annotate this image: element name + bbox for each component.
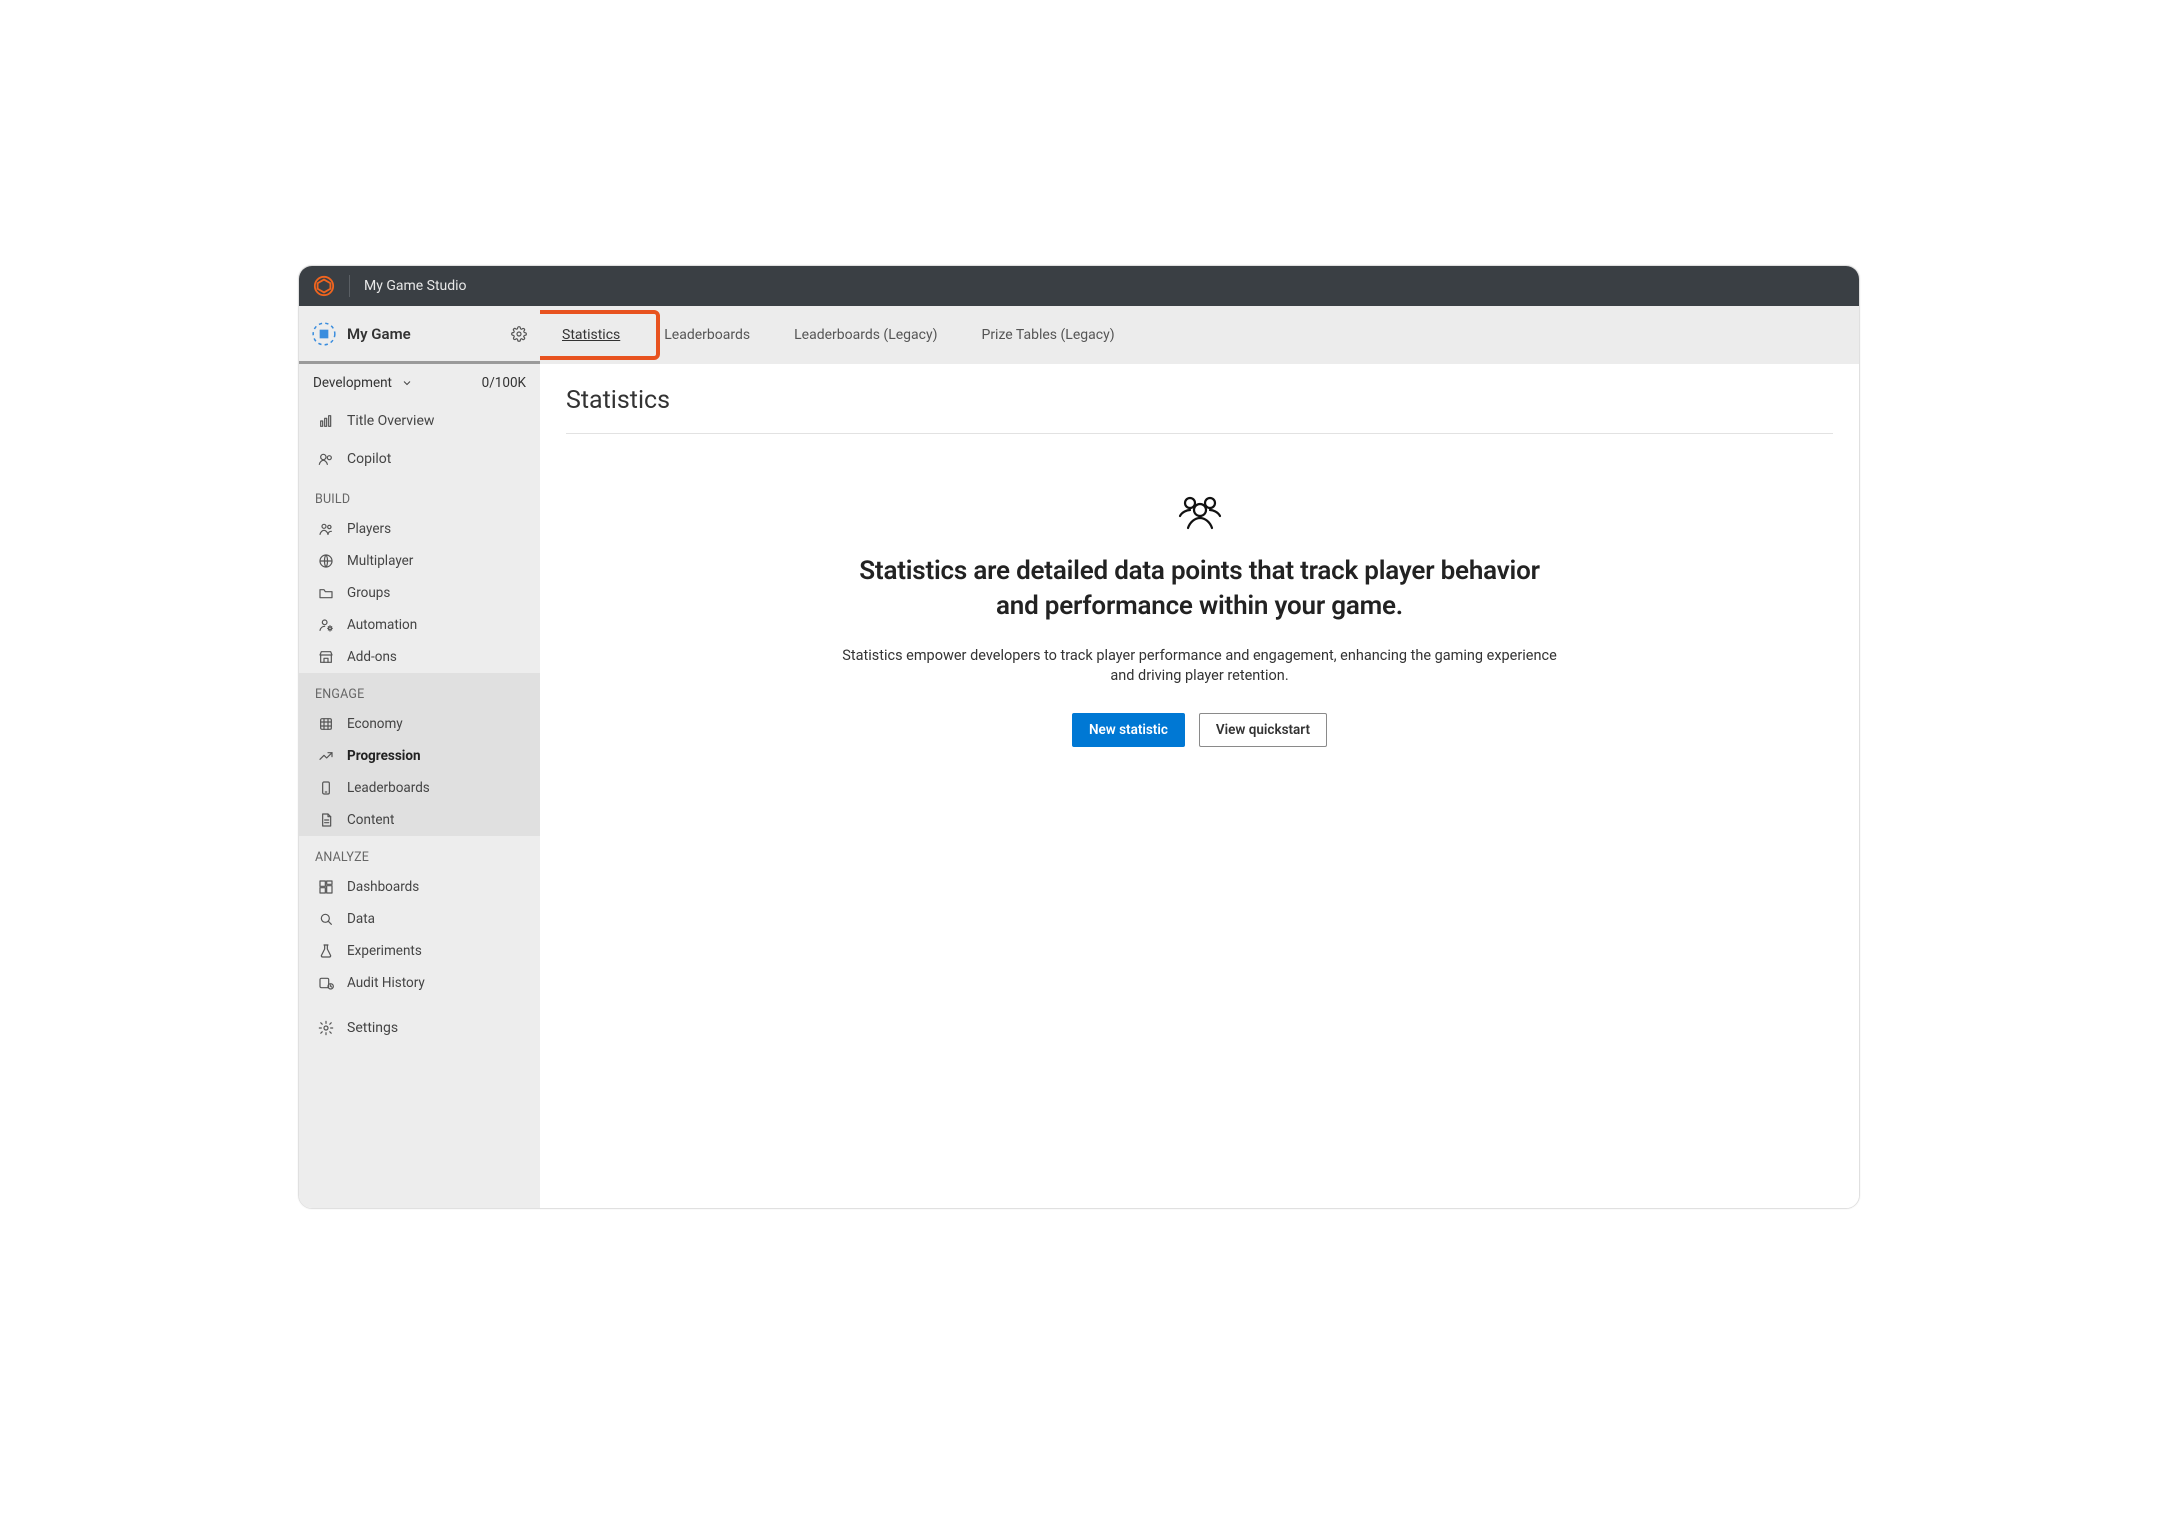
sidebar-item-label: Copilot: [347, 451, 391, 467]
sidebar-item-label: Progression: [347, 748, 421, 764]
globe-icon: [317, 552, 335, 570]
section-label: BUILD: [299, 478, 540, 513]
game-header: My Game: [299, 306, 540, 364]
empty-state: Statistics are detailed data points that…: [566, 494, 1833, 747]
environment-row: Development 0/100K: [299, 364, 540, 402]
section-label: ANALYZE: [299, 836, 540, 871]
new-statistic-button[interactable]: New statistic: [1072, 713, 1185, 747]
trend-up-icon: [317, 747, 335, 765]
app-body: My Game Development 0/100K Title Overvie…: [299, 306, 1859, 1208]
environment-selector[interactable]: Development: [313, 374, 416, 392]
topbar-divider: [349, 275, 350, 297]
chart-bar-icon: [317, 412, 335, 430]
document-icon: [317, 811, 335, 829]
sidebar-section-analyze: ANALYZE Dashboards Data Experiments Audit Hi…: [299, 836, 540, 999]
sidebar-item-label: Dashboards: [347, 879, 419, 895]
app-logo-icon[interactable]: [313, 275, 335, 297]
store-icon: [317, 648, 335, 666]
sidebar-item-progression[interactable]: Progression: [299, 740, 540, 772]
sidebar-item-groups[interactable]: Groups: [299, 577, 540, 609]
sidebar-item-add-ons[interactable]: Add-ons: [299, 641, 540, 673]
tab-prize-tables-legacy-[interactable]: Prize Tables (Legacy): [959, 306, 1136, 364]
app-window: My Game Studio My Game Development: [298, 265, 1860, 1209]
history-icon: [317, 974, 335, 992]
tab-label: Leaderboards (Legacy): [794, 327, 937, 343]
players-icon: [317, 520, 335, 538]
chevron-down-icon: [398, 374, 416, 392]
empty-subtext: Statistics empower developers to track p…: [840, 646, 1560, 687]
sidebar-item-label: Settings: [347, 1020, 398, 1036]
sidebar-sections: BUILD Players Multiplayer Groups Automation A…: [299, 478, 540, 999]
sidebar-item-dashboards[interactable]: Dashboards: [299, 871, 540, 903]
sidebar-item-leaderboards[interactable]: Leaderboards: [299, 772, 540, 804]
sidebar-item-label: Automation: [347, 617, 417, 633]
sidebar: My Game Development 0/100K Title Overvie…: [299, 306, 540, 1208]
sidebar-item-label: Groups: [347, 585, 390, 601]
sidebar-item-settings[interactable]: Settings: [299, 1009, 540, 1047]
sidebar-top-items: Title Overview Copilot: [299, 402, 540, 478]
copilot-icon: [317, 450, 335, 468]
empty-heading: Statistics are detailed data points that…: [840, 554, 1560, 624]
view-quickstart-button[interactable]: View quickstart: [1199, 713, 1327, 747]
sidebar-item-audit-history[interactable]: Audit History: [299, 967, 540, 999]
sidebar-item-economy[interactable]: Economy: [299, 708, 540, 740]
topbar: My Game Studio: [299, 266, 1859, 306]
sidebar-item-label: Add-ons: [347, 649, 397, 665]
sidebar-item-label: Data: [347, 911, 375, 927]
tab-label: Statistics: [562, 327, 620, 343]
empty-actions: New statistic View quickstart: [1072, 713, 1327, 747]
sidebar-item-label: Leaderboards: [347, 780, 430, 796]
sidebar-item-data[interactable]: Data: [299, 903, 540, 935]
sidebar-item-players[interactable]: Players: [299, 513, 540, 545]
section-label: ENGAGE: [299, 673, 540, 708]
sidebar-item-label: Experiments: [347, 943, 422, 959]
studio-name[interactable]: My Game Studio: [364, 278, 467, 294]
game-name[interactable]: My Game: [347, 325, 500, 343]
sidebar-item-label: Multiplayer: [347, 553, 413, 569]
game-icon: [311, 321, 337, 347]
device-icon: [317, 779, 335, 797]
search-icon: [317, 910, 335, 928]
tab-label: Leaderboards: [664, 327, 750, 343]
dashboard-icon: [317, 878, 335, 896]
economy-icon: [317, 715, 335, 733]
sidebar-section-engage: ENGAGE Economy Progression Leaderboards Cont…: [299, 673, 540, 836]
tabbar: Statistics Leaderboards Leaderboards (Lega…: [540, 306, 1859, 364]
sidebar-footer: Settings: [299, 1009, 540, 1047]
sidebar-item-title-overview[interactable]: Title Overview: [299, 402, 540, 440]
sidebar-item-automation[interactable]: Automation: [299, 609, 540, 641]
page-title: Statistics: [566, 386, 1833, 434]
page: Statistics Statistics are detailed data …: [540, 364, 1859, 1208]
sidebar-item-label: Players: [347, 521, 391, 537]
gear-icon[interactable]: [510, 325, 528, 343]
person-gear-icon: [317, 616, 335, 634]
usage-counter: 0/100K: [482, 375, 526, 391]
sidebar-section-build: BUILD Players Multiplayer Groups Automation A…: [299, 478, 540, 673]
sidebar-item-label: Audit History: [347, 975, 425, 991]
sidebar-item-multiplayer[interactable]: Multiplayer: [299, 545, 540, 577]
sidebar-item-copilot[interactable]: Copilot: [299, 440, 540, 478]
sidebar-item-content[interactable]: Content: [299, 804, 540, 836]
tab-statistics[interactable]: Statistics: [540, 306, 642, 364]
tab-leaderboards-legacy-[interactable]: Leaderboards (Legacy): [772, 306, 959, 364]
sidebar-item-experiments[interactable]: Experiments: [299, 935, 540, 967]
sidebar-item-label: Title Overview: [347, 413, 434, 429]
environment-label: Development: [313, 375, 392, 391]
folder-icon: [317, 584, 335, 602]
sidebar-item-label: Content: [347, 812, 394, 828]
tab-leaderboards[interactable]: Leaderboards: [642, 306, 772, 364]
sidebar-item-label: Economy: [347, 716, 403, 732]
gear-icon: [317, 1019, 335, 1037]
tab-label: Prize Tables (Legacy): [981, 327, 1114, 343]
main: Statistics Leaderboards Leaderboards (Lega…: [540, 306, 1859, 1208]
people-icon: [1176, 494, 1224, 532]
flask-icon: [317, 942, 335, 960]
